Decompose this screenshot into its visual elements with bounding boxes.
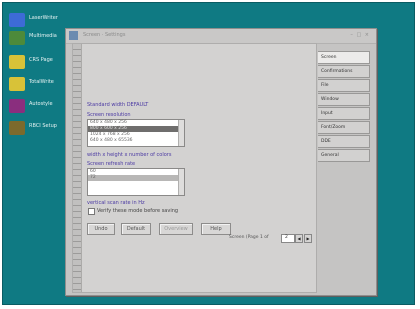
prev-page-button[interactable]: ◀ <box>295 234 303 243</box>
setup-icon <box>9 121 25 135</box>
scan-rate-note: vertical scan rate in Hz <box>87 200 145 206</box>
tab-dde[interactable]: DDE <box>318 135 370 148</box>
panel-heading: Standard width DEFAULT <box>87 102 149 108</box>
list-scrollbar[interactable] <box>178 169 184 195</box>
window-app-icon <box>69 31 78 40</box>
right-arrow-icon: ▶ <box>306 236 310 241</box>
application-icon <box>9 99 25 113</box>
tab-input[interactable]: Input <box>318 107 370 120</box>
refresh-rate-list[interactable]: 60 72 <box>87 168 185 196</box>
page-status: Screen (Page 1 of <box>229 235 269 240</box>
window-titlebar[interactable]: Screen · Settings – □ × <box>66 29 376 44</box>
tab-confirmations[interactable]: Confirmations <box>318 65 370 78</box>
resolution-format-label: width x height x number of colors <box>87 152 172 158</box>
left-arrow-icon: ◀ <box>297 236 301 241</box>
settings-tabs: Screen Confirmations File Window Input F… <box>318 51 370 163</box>
desktop-icon-label: Multimedia <box>29 33 57 39</box>
settings-panel: Standard width DEFAULT Screen resolution… <box>72 43 317 293</box>
desktop-icon-label: TotalWrite <box>29 79 54 85</box>
list-item[interactable]: 640 x 480 x 65536 <box>88 138 184 144</box>
undo-button[interactable]: Undo <box>87 223 115 235</box>
window-title: Screen · Settings <box>83 32 126 38</box>
tab-general[interactable]: General <box>318 149 370 162</box>
multimedia-icon <box>9 31 25 45</box>
page-number-field[interactable]: 2 <box>281 234 295 243</box>
page-number: 2 <box>285 235 288 240</box>
resolution-list[interactable]: 640 x 480 x 256 800 x 600 x 256 1024 x 7… <box>87 119 185 147</box>
desktop-icon-label: LaserWriter <box>29 15 58 21</box>
tab-window[interactable]: Window <box>318 93 370 106</box>
desktop-icon-label: CRS Page <box>29 57 53 63</box>
verify-mode-checkbox[interactable] <box>88 208 95 215</box>
window-controls[interactable]: – □ × <box>350 32 370 38</box>
desktop: LaserWriter Multimedia CRS Page TotalWri… <box>2 2 415 305</box>
desktop-icon-label: RBCI Setup <box>29 123 57 129</box>
refresh-group-label: Screen refresh rate <box>87 161 136 167</box>
tab-file[interactable]: File <box>318 79 370 92</box>
resolution-group-label: Screen resolution <box>87 112 131 118</box>
desktop-icon-label: Autostyle <box>29 101 53 107</box>
default-button[interactable]: Default <box>121 223 151 235</box>
list-item[interactable] <box>88 187 184 193</box>
folder-icon <box>9 77 25 91</box>
tab-font-zoom[interactable]: Font/Zoom <box>318 121 370 134</box>
settings-window: Screen · Settings – □ × Standard width D… <box>65 28 377 296</box>
list-scrollbar[interactable] <box>178 120 184 146</box>
folder-icon <box>9 55 25 69</box>
help-button[interactable]: Help <box>201 223 231 235</box>
printer-icon <box>9 13 25 27</box>
next-page-button[interactable]: ▶ <box>304 234 312 243</box>
overview-button[interactable]: Overview <box>159 223 193 235</box>
tab-screen[interactable]: Screen <box>318 51 370 64</box>
verify-mode-label: Verify these mode before saving <box>97 208 179 214</box>
vertical-ruler <box>73 44 82 292</box>
